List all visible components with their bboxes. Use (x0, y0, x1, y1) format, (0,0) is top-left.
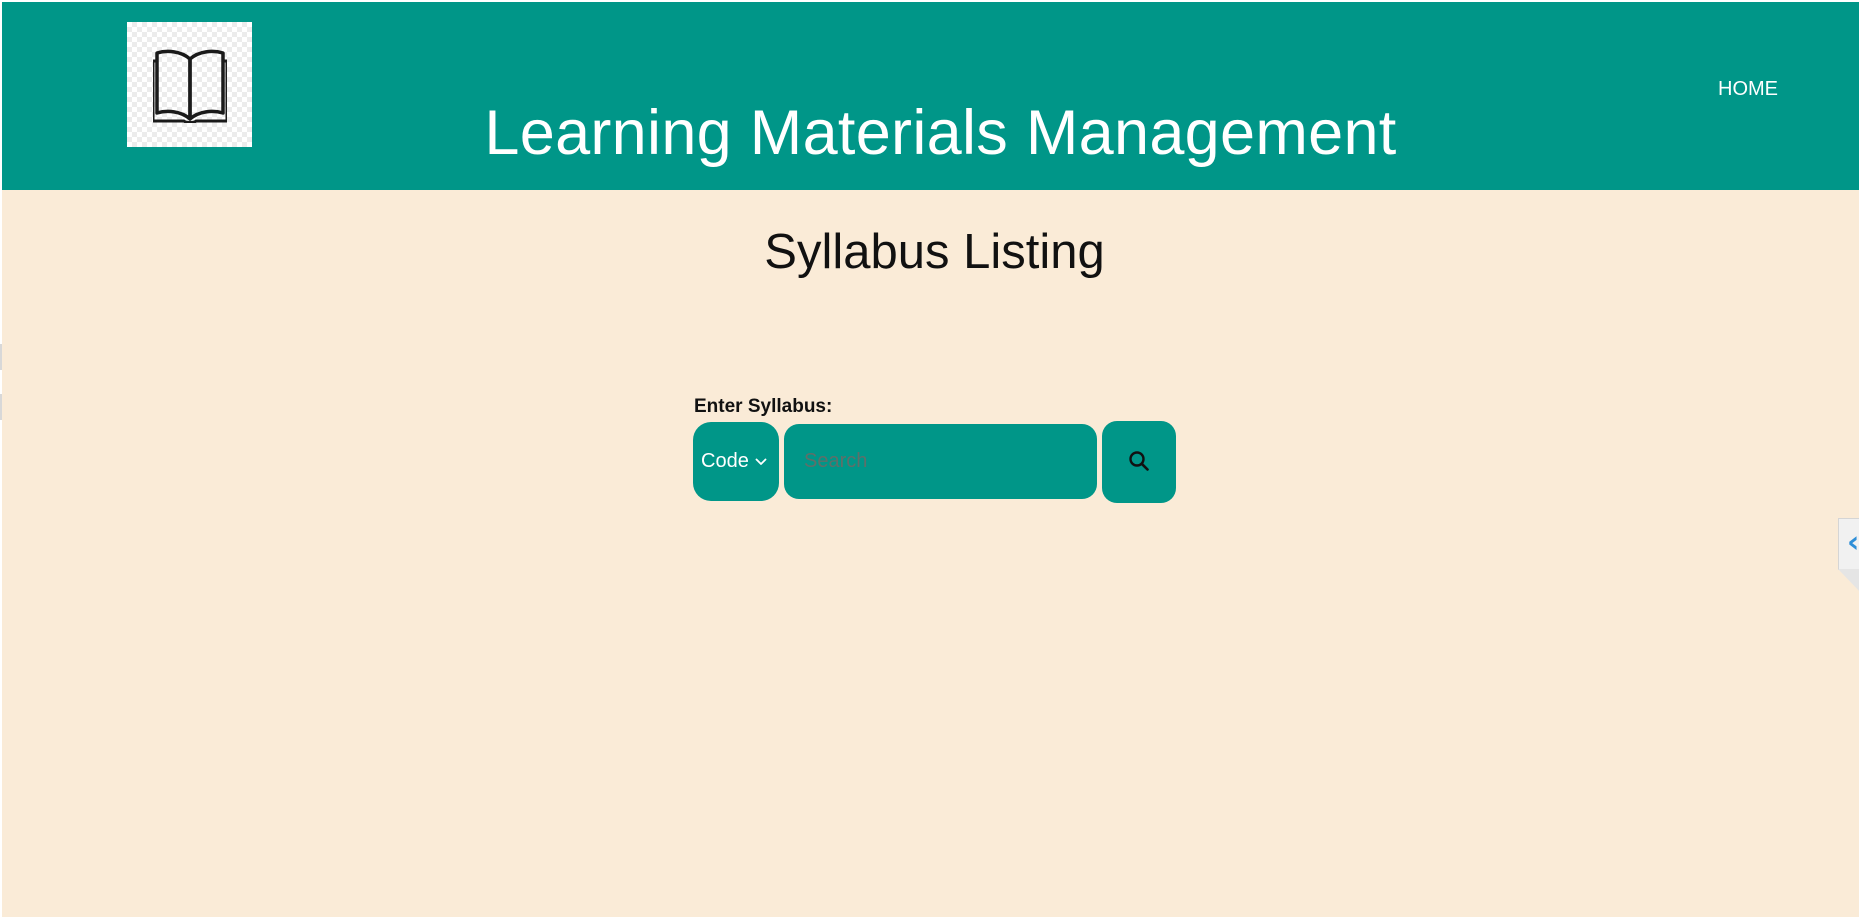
search-type-select[interactable]: Code (693, 422, 779, 501)
nav-home-link[interactable]: HOME (1718, 78, 1778, 101)
app-title: Learning Materials Management (484, 98, 1397, 168)
chevron-left-icon: ‹ (1847, 525, 1859, 560)
edge-marker (0, 344, 2, 370)
side-panel-toggle[interactable]: ‹ (1838, 518, 1859, 593)
search-button[interactable] (1102, 421, 1176, 503)
site-header: Learning Materials Management HOME (2, 2, 1859, 190)
search-icon (1128, 450, 1150, 475)
page: Learning Materials Management HOME Sylla… (2, 2, 1859, 917)
chevron-down-icon (755, 458, 767, 466)
search-label: Enter Syllabus: (694, 396, 833, 417)
search-type-selected-value: Code (701, 450, 749, 472)
edge-marker (0, 394, 2, 420)
page-title: Syllabus Listing (764, 225, 1105, 279)
search-input[interactable] (784, 424, 1097, 499)
side-panel-toggle-fold (1838, 569, 1859, 593)
